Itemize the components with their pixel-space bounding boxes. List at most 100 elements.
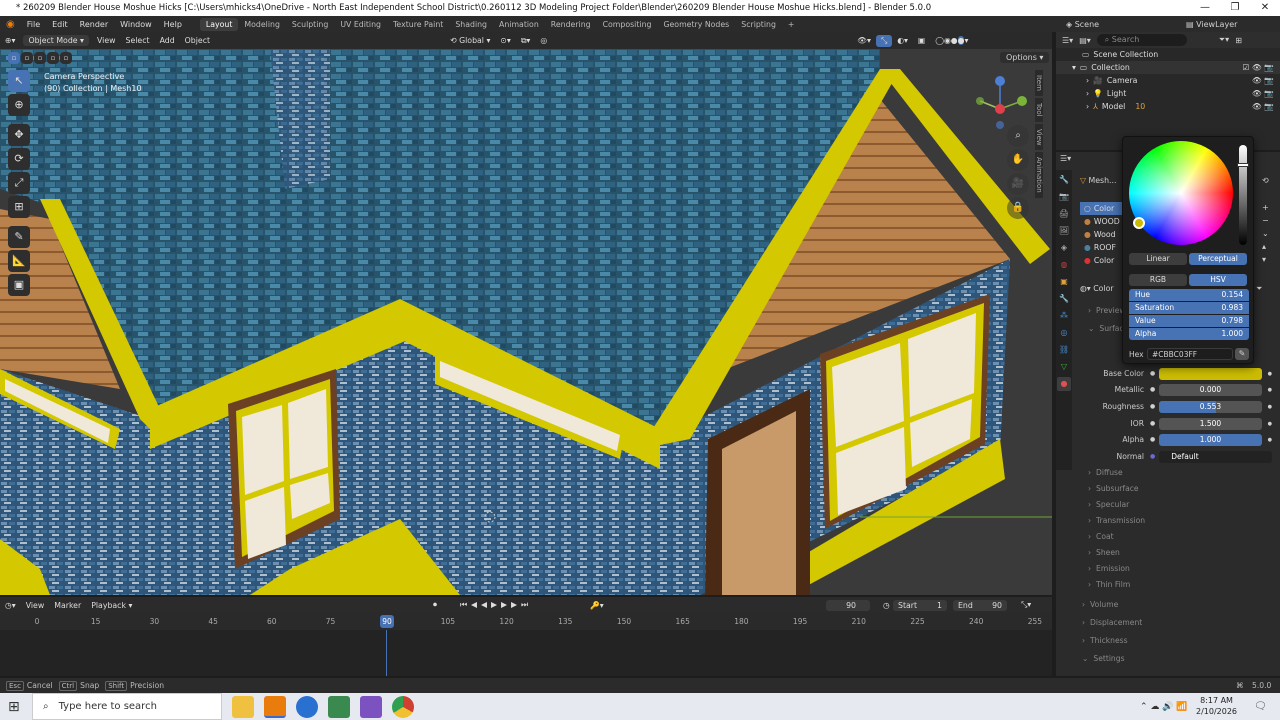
workspace-tab-texture-paint[interactable]: Texture Paint [387,18,449,31]
current-frame-field[interactable]: 90 [826,599,870,611]
annotate-tool-icon[interactable]: ✎ [8,226,30,248]
app-taskbar-icon[interactable] [296,695,318,718]
panel-volume[interactable]: › Volume [1082,600,1123,609]
subsection-specular[interactable]: › Specular [1088,500,1134,509]
outliner-row-scene-collection[interactable]: ▭ Scene Collection [1056,48,1280,61]
visibility-toggle-icon[interactable]: 👁 📷 [1252,89,1274,98]
timeline-menu-marker[interactable]: Marker [49,600,86,611]
3d-viewport[interactable]: Camera Perspective (90) Collection | Mes… [0,49,1052,595]
outliner-filter-display-icon[interactable]: ▤▾ [1079,36,1091,45]
data-tab-icon[interactable]: ▽ [1057,360,1071,374]
alpha-picker-field[interactable]: Alpha 1.000 [1129,328,1249,340]
base-color-swatch[interactable] [1159,367,1262,380]
material-slot[interactable]: ● ROOF [1080,241,1124,254]
subsection-subsurface[interactable]: › Subsurface [1088,484,1144,493]
subsection-thin-film[interactable]: › Thin Film [1088,580,1135,589]
viewport-menu-select[interactable]: Select [121,35,155,46]
menu-file[interactable]: File [21,20,46,29]
menu-help[interactable]: Help [158,20,188,29]
physics-tab-icon[interactable]: ◎ [1057,326,1071,340]
material-slot[interactable]: ● Wood [1080,228,1124,241]
select-tool-icon[interactable]: ↖ [8,70,30,92]
timeline-ruler[interactable]: 0 15 30 45 60 75 90 105 120 135 150 165 180 195 210 225… [0,613,1052,630]
socket-icon[interactable]: ● [1150,370,1155,377]
visibility-toggle-icon[interactable]: 👁 📷 [1252,102,1274,111]
value-slider-handle[interactable] [1237,163,1249,167]
lock-camera-icon[interactable]: 🔒 [1007,197,1029,219]
material-options-icon[interactable]: ⏷ [1256,284,1262,294]
hsv-mode-button[interactable]: HSV [1189,274,1247,286]
visibility-icon[interactable]: 👁▾ [852,35,876,46]
zoom-icon[interactable]: ⌕ [1007,125,1029,147]
eyedropper-icon[interactable]: ✎ [1235,348,1249,360]
workspace-tab-rendering[interactable]: Rendering [545,18,597,31]
add-slot-icon[interactable]: + [1262,203,1269,212]
saturation-field[interactable]: Saturation 0.983 [1129,302,1249,314]
keyframe-dot-icon[interactable]: ● [1268,421,1272,427]
snap-icon[interactable]: ⧉▾ [516,35,535,47]
material-browse-icon[interactable]: ◍▾ [1080,284,1093,293]
xray-icon[interactable]: ▣ [913,35,930,46]
workspace-tab-modeling[interactable]: Modeling [238,18,285,31]
outliner-row-camera[interactable]: › 🎥 Camera 👁 📷 [1056,74,1280,87]
checkbox-icon[interactable]: ☑ 👁 📷 [1242,63,1274,72]
sidebar-tab-item[interactable]: Item [1035,70,1043,96]
material-slot[interactable]: ● WOOD [1080,215,1124,228]
pin-icon[interactable]: ⟲ [1262,176,1269,185]
subsection-emission[interactable]: › Emission [1088,564,1135,573]
windows-start-icon[interactable]: ⊞ [8,699,20,715]
workspace-tab-uv-editing[interactable]: UV Editing [334,18,387,31]
select-subtract-icon[interactable]: ▫ [34,52,46,64]
value-slider[interactable] [1239,145,1247,245]
linear-mode-button[interactable]: Linear [1129,253,1187,265]
timeline-menu-playback[interactable]: Playback ▾ [86,600,137,611]
options-dropdown[interactable]: Options ▾ [1000,52,1050,63]
end-frame-field[interactable]: End 90 [953,599,1007,611]
chrome-icon[interactable] [392,695,414,718]
playback-controls[interactable]: ⏮◀◀▶▶▶⏭ [455,599,537,611]
scene-selector[interactable]: ◈ Scene [1066,20,1099,29]
socket-icon[interactable]: ● [1150,420,1155,427]
constraints-tab-icon[interactable]: ⛓ [1057,343,1071,357]
material-slot[interactable]: ● Color [1080,254,1124,267]
scale-tool-icon[interactable]: ⤢ [8,172,30,194]
move-up-icon[interactable]: ▴ [1262,242,1269,251]
move-tool-icon[interactable]: ✥ [8,124,30,146]
normal-input[interactable]: Default [1159,450,1272,463]
viewlayer-selector[interactable]: ▤ ViewLayer [1186,20,1237,29]
select-intersect-icon[interactable]: ▫ [60,52,72,64]
expand-icon[interactable]: › [1086,102,1089,111]
viewport-menu-view[interactable]: View [92,35,121,46]
add-cube-tool-icon[interactable]: ▣ [8,274,30,296]
workspace-tab-scripting[interactable]: Scripting [735,18,782,31]
remove-slot-icon[interactable]: − [1262,216,1269,225]
output-tab-icon[interactable]: 🖨 [1057,207,1071,221]
pivot-icon[interactable]: ⊙▾ [495,35,515,46]
object-tab-icon[interactable]: ▣ [1057,275,1071,289]
tool-tab-icon[interactable]: 🔧 [1057,173,1071,187]
maximize-button[interactable]: ❐ [1220,0,1250,16]
timeline-body[interactable] [0,630,1052,676]
timeline-options-icon[interactable]: ⤡▾ [1016,599,1036,611]
outliner-editor-icon[interactable]: ☰▾ [1062,36,1073,45]
panel-thickness[interactable]: › Thickness [1082,636,1133,645]
hex-input[interactable]: #CBBC03FF [1147,348,1233,360]
select-extend-icon[interactable]: ▫ [21,52,33,64]
panel-displacement[interactable]: › Displacement [1082,618,1147,627]
subsection-coat[interactable]: › Coat [1088,532,1119,541]
expand-icon[interactable]: ▾ [1072,63,1076,72]
keyframe-dot-icon[interactable]: ● [1268,387,1272,393]
scene-tab-icon[interactable]: ◈ [1057,241,1071,255]
view-layer-tab-icon[interactable]: 🖼 [1057,224,1071,238]
filter-icon[interactable]: ⏷▾ [1219,35,1229,45]
socket-icon[interactable]: ● [1150,436,1155,443]
add-workspace-button[interactable]: + [782,18,801,31]
gizmo-icon[interactable]: ⤡ [875,34,893,47]
workspace-tab-sculpting[interactable]: Sculpting [286,18,334,31]
socket-icon[interactable]: ● [1150,453,1155,460]
perceptual-mode-button[interactable]: Perceptual [1189,253,1247,265]
camera-view-icon[interactable]: 🎥 [1007,173,1029,195]
mode-dropdown[interactable]: Object Mode ▾ [23,35,89,46]
socket-icon[interactable]: ● [1150,403,1155,410]
viewport-menu-add[interactable]: Add [155,35,180,46]
